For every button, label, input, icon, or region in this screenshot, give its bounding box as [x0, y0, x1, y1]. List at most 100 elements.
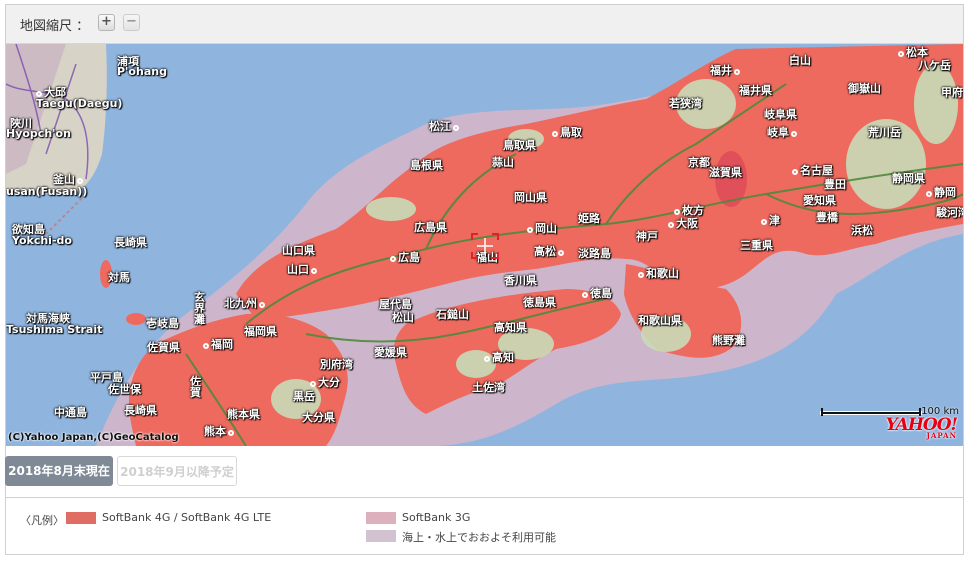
map-label: 高知	[484, 349, 514, 365]
map-label: 長崎県	[114, 236, 147, 249]
legend-title: 〈凡例〉	[20, 514, 64, 527]
map-label: 広島	[390, 249, 420, 265]
map-label: 静岡	[926, 184, 956, 200]
city-marker-icon	[558, 250, 564, 256]
legend-swatch-4g	[66, 512, 96, 524]
map-label: P'ohang	[117, 65, 167, 78]
legend-panel: 〈凡例〉 SoftBank 4G / SoftBank 4G LTE SoftB…	[5, 497, 964, 555]
city-marker-icon	[898, 51, 904, 57]
map-label: 淡路島	[578, 247, 611, 260]
city-marker-icon	[582, 292, 588, 298]
map-label: 石鎚山	[436, 308, 469, 321]
city-marker-icon	[926, 191, 932, 197]
crosshair-icon	[471, 233, 499, 259]
map-label: 福岡県	[244, 325, 277, 338]
map-label: 駿河湾	[936, 206, 963, 219]
map-label: 佐賀	[190, 375, 201, 399]
city-marker-icon	[259, 302, 265, 308]
map-label: 対馬	[108, 271, 130, 284]
zoom-label: 地図縮尺 ：	[20, 19, 90, 34]
city-marker-icon	[203, 343, 209, 349]
map-label: 大阪	[668, 215, 698, 231]
city-marker-icon	[453, 125, 459, 131]
map-label: 佐賀県	[147, 341, 180, 354]
map-label: 神戸	[636, 230, 658, 243]
map-label: 三重県	[740, 239, 773, 252]
city-marker-icon	[390, 256, 396, 262]
map-label: 和歌山県	[638, 314, 682, 327]
map-label: 別府湾	[320, 358, 353, 371]
map-label: 徳島	[582, 285, 612, 301]
city-marker-icon	[668, 222, 674, 228]
city-marker-icon	[638, 272, 644, 278]
map-label: 岡山県	[514, 191, 547, 204]
yahoo-japan-logo: YAHOO! JAPAN	[885, 415, 958, 440]
map-label: 愛知県	[803, 194, 836, 207]
map-label: 静岡県	[892, 172, 925, 185]
map-label: 山口県	[282, 244, 315, 257]
map-label: 玄界灘	[194, 291, 205, 326]
map-label: 荒川岳	[868, 126, 901, 139]
map-label: 八ケ岳	[918, 59, 951, 72]
city-marker-icon	[792, 169, 798, 175]
zoom-out-button[interactable]: −	[123, 14, 140, 31]
map-label: 鳥取	[552, 124, 582, 140]
map-label: 蒜山	[492, 156, 514, 169]
map-label: 島根県	[410, 159, 443, 172]
map-label: 浜松	[851, 224, 873, 237]
legend-label-sea: 海上・水上でおおよそ利用可能	[402, 531, 556, 544]
map-label: 白山	[789, 54, 811, 67]
map-label: 松江	[429, 118, 461, 134]
city-marker-icon	[311, 268, 317, 274]
city-marker-icon	[791, 131, 797, 137]
map-label: 香川県	[504, 274, 537, 287]
minus-icon: −	[126, 14, 137, 29]
city-marker-icon	[552, 131, 558, 137]
map-label: 徳島県	[523, 296, 556, 309]
coverage-map[interactable]: 松本 白山 八ケ岳 福井 御嶽山 福井県 岐阜県 甲府 若狭湾 荒川岳 岐阜 松…	[6, 44, 963, 446]
map-label: 高松	[534, 243, 566, 259]
city-marker-icon	[484, 356, 490, 362]
map-label: usan(Fusan))	[6, 185, 88, 198]
plus-icon: +	[101, 14, 112, 29]
map-toolbar: 地図縮尺 ： + −	[6, 5, 963, 44]
map-label: 松山	[392, 311, 414, 324]
map-label: 津	[761, 212, 780, 228]
legend-swatch-3g	[366, 512, 396, 524]
zoom-in-button[interactable]: +	[98, 14, 115, 31]
map-label: 豊橋	[816, 211, 838, 224]
map-label: 福井	[710, 62, 742, 78]
legend-swatch-sea	[366, 530, 396, 542]
map-label: 黒岳	[293, 390, 315, 403]
map-label: Taegu(Daegu)	[36, 97, 123, 110]
map-label: 岐阜	[767, 124, 799, 140]
city-marker-icon	[77, 178, 83, 184]
map-label: 広島県	[414, 221, 447, 234]
map-label: 高知県	[494, 321, 527, 334]
map-label: 福岡	[203, 336, 233, 352]
map-label: 豊田	[824, 178, 846, 191]
map-label: Tsushima Strait	[6, 323, 103, 336]
map-label: 土佐湾	[472, 381, 505, 394]
tab-current[interactable]: 2018年8月末現在	[5, 456, 113, 486]
map-label: 愛媛県	[374, 346, 407, 359]
legend-label-4g: SoftBank 4G / SoftBank 4G LTE	[102, 511, 272, 524]
tab-planned[interactable]: 2018年9月以降予定	[117, 456, 237, 486]
map-label: 山口	[287, 261, 319, 277]
map-label: 滋賀県	[709, 166, 742, 179]
city-marker-icon	[761, 219, 767, 225]
legend-label-3g: SoftBank 3G	[402, 511, 471, 524]
city-marker-icon	[527, 227, 533, 233]
map-label: 壱岐島	[146, 317, 179, 330]
map-label: 福井県	[739, 84, 772, 97]
map-copyright: (C)Yahoo Japan,(C)GeoCatalog	[8, 432, 179, 443]
map-label: Yokchi-do	[12, 234, 72, 247]
map-label: 長崎県	[124, 404, 157, 417]
city-marker-icon	[310, 381, 316, 387]
map-label: 京都	[688, 156, 710, 169]
map-label: 熊本県	[227, 408, 260, 421]
city-marker-icon	[734, 69, 740, 75]
map-label: 甲府	[941, 86, 963, 99]
map-label: 北九州	[224, 295, 267, 311]
map-label: 和歌山	[638, 265, 679, 281]
